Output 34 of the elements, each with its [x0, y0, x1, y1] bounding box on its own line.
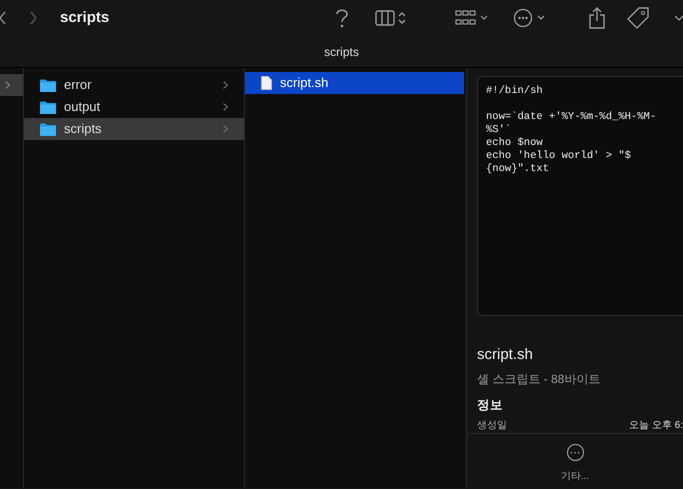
more-button[interactable]: ⋯ 기타...: [552, 440, 598, 488]
file-name: script.sh: [477, 344, 534, 365]
file-name: script.sh: [280, 74, 328, 92]
more-icon[interactable]: [513, 8, 547, 28]
folder-icon: [40, 100, 56, 114]
chevron-right-icon: [223, 125, 228, 133]
folder-icon: [40, 78, 56, 92]
folder-name: scripts: [64, 120, 103, 138]
folder-row[interactable]: output: [24, 96, 244, 118]
section-title: 정보: [477, 397, 504, 414]
folder-name: output: [64, 98, 102, 116]
chevron-down-icon[interactable]: [675, 15, 683, 21]
path-title: scripts: [324, 44, 359, 60]
grid-icon[interactable]: [455, 10, 487, 26]
window-title: scripts: [60, 8, 110, 28]
folder-row[interactable]: scripts: [24, 118, 244, 140]
folder-icon: [40, 122, 56, 136]
chevron-right-icon: [5, 81, 10, 89]
tag-icon[interactable]: [627, 7, 649, 29]
help-icon[interactable]: [335, 8, 349, 28]
code-preview: #!/bin/sh now=`date +'%Y-%m-%d_%H-%M- %S'` echo $now echo 'hello world' > "$ {now}".txt: [477, 76, 683, 316]
document-icon: [261, 76, 272, 90]
info-label: 생성일: [477, 419, 507, 433]
info-value: 오늘 오후 6:: [629, 419, 683, 433]
file-row[interactable]: script.sh: [245, 72, 464, 94]
chevron-right-icon: [223, 103, 228, 111]
back-icon[interactable]: [0, 11, 6, 25]
forward-icon[interactable]: [30, 11, 36, 25]
folder-row[interactable]: error: [24, 74, 244, 96]
column-view-icon[interactable]: [375, 10, 405, 26]
file-kind-size: 셸 스크립트 - 88바이트: [477, 371, 602, 388]
chevron-right-icon: [223, 81, 228, 89]
share-icon[interactable]: [589, 7, 605, 29]
folder-name: error: [64, 76, 92, 94]
